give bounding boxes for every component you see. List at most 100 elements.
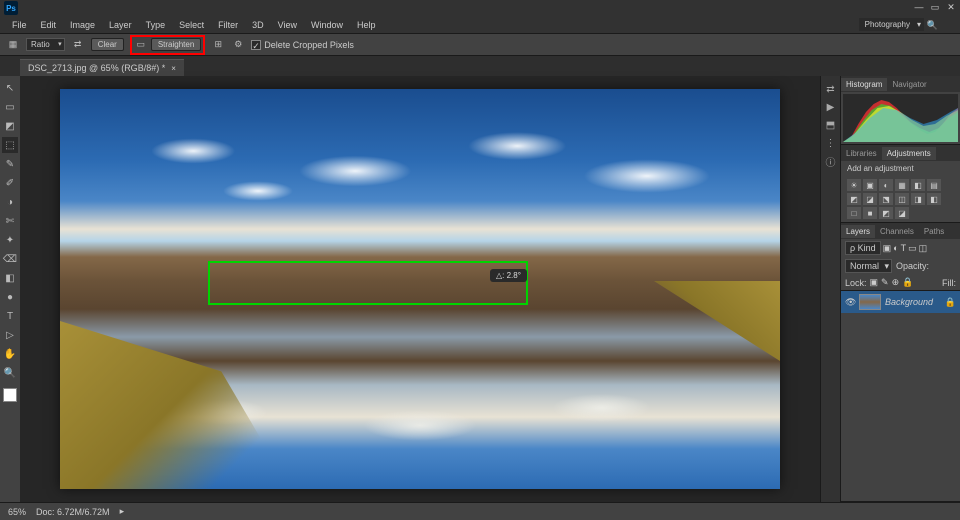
zoom-tool[interactable]: 🔍 (2, 365, 18, 381)
opacity-label: Opacity: (896, 261, 929, 271)
tab-layers[interactable]: Layers (841, 225, 875, 238)
adj-gradmap-icon[interactable]: ◩ (879, 207, 893, 219)
delete-cropped-checkbox[interactable]: ✓ Delete Cropped Pixels (251, 40, 354, 50)
clone-tool[interactable]: ◑ (2, 194, 18, 210)
adj-invert-icon[interactable]: ◧ (927, 193, 941, 205)
lock-pixels-icon[interactable]: ▣ (870, 277, 879, 288)
adj-vibrance-icon[interactable]: ◧ (911, 179, 925, 191)
menu-image[interactable]: Image (66, 18, 99, 32)
adj-colorbal-icon[interactable]: ◩ (847, 193, 861, 205)
eraser-tool[interactable]: ✄ (2, 213, 18, 229)
filter-smart-icon[interactable]: ◫ (919, 243, 928, 254)
tab-paths[interactable]: Paths (919, 225, 949, 238)
filter-pixel-icon[interactable]: ▣ (883, 243, 892, 254)
gradient-tool[interactable]: ✦ (2, 232, 18, 248)
shape-tool[interactable]: ● (2, 289, 18, 305)
tab-navigator[interactable]: Navigator (887, 78, 931, 91)
menu-file[interactable]: File (8, 18, 31, 32)
tab-libraries[interactable]: Libraries (841, 147, 882, 160)
fill-label: Fill: (942, 278, 956, 288)
window-close-icon[interactable]: ✕ (946, 2, 956, 12)
pen-tool[interactable]: ◧ (2, 270, 18, 286)
type-tool[interactable]: T (2, 308, 18, 324)
canvas-area[interactable]: △: 2.8° (20, 76, 820, 502)
status-chevron-icon[interactable]: ▸ (120, 506, 125, 517)
lock-position-icon[interactable]: ✎ (881, 277, 889, 288)
filter-adj-icon[interactable]: ◐ (893, 243, 898, 253)
window-minimize-icon[interactable]: — (914, 2, 924, 12)
tab-histogram[interactable]: Histogram (841, 78, 887, 91)
marquee-tool[interactable]: ▭ (2, 99, 18, 115)
window-restore-icon[interactable]: ▭ (930, 2, 940, 12)
tab-adjustments[interactable]: Adjustments (882, 147, 936, 160)
dock-more-icon[interactable]: ⋮ (824, 136, 838, 150)
document-canvas[interactable]: △: 2.8° (60, 89, 780, 489)
crop-settings-icon[interactable]: ⚙ (231, 38, 245, 52)
workspace-select[interactable]: Photography (859, 18, 924, 31)
lock-artboard-icon[interactable]: ⊕ (892, 277, 900, 288)
menu-3d[interactable]: 3D (248, 18, 268, 32)
menu-view[interactable]: View (274, 18, 301, 32)
menu-layer[interactable]: Layer (105, 18, 136, 32)
foreground-swatch[interactable] (3, 388, 17, 402)
swap-icon[interactable]: ⇄ (71, 38, 85, 52)
brush-tool[interactable]: ✐ (2, 175, 18, 191)
adj-curves-icon[interactable]: ◐ (879, 179, 893, 191)
adj-photo-icon[interactable]: ⬔ (879, 193, 893, 205)
crop-tool[interactable]: ⬚ (2, 137, 18, 153)
path-tool[interactable]: ▷ (2, 327, 18, 343)
tools-panel: ↖ ▭ ◩ ⬚ ✎ ✐ ◑ ✄ ✦ ⌫ ◧ ● T ▷ ✋ 🔍 (0, 76, 20, 502)
filter-type-icon[interactable]: T (901, 243, 907, 253)
dodge-tool[interactable]: ⌫ (2, 251, 18, 267)
menu-type[interactable]: Type (142, 18, 170, 32)
filter-shape-icon[interactable]: ▭ (908, 243, 917, 254)
close-tab-icon[interactable]: × (171, 64, 176, 73)
adj-chanmix-icon[interactable]: ◫ (895, 193, 909, 205)
move-tool[interactable]: ↖ (2, 80, 18, 96)
adj-bw-icon[interactable]: ◪ (863, 193, 877, 205)
layer-filter-kind[interactable]: ρ Kind (845, 241, 881, 255)
menu-help[interactable]: Help (353, 18, 380, 32)
dock-panel-icon[interactable]: ⬒ (824, 118, 838, 132)
zoom-level[interactable]: 65% (8, 507, 26, 517)
hand-tool[interactable]: ✋ (2, 346, 18, 362)
crop-tool-icon[interactable]: ▦ (6, 38, 20, 52)
lock-all-icon[interactable]: 🔒 (902, 277, 913, 288)
adj-exposure-icon[interactable]: ▦ (895, 179, 909, 191)
adj-brightness-icon[interactable]: ☀ (847, 179, 861, 191)
adj-selcolor-icon[interactable]: ◪ (895, 207, 909, 219)
doc-size[interactable]: Doc: 6.72M/6.72M (36, 507, 110, 517)
layer-visibility-icon[interactable]: 👁 (845, 297, 855, 308)
adj-thresh-icon[interactable]: ■ (863, 207, 877, 219)
menu-filter[interactable]: Filter (214, 18, 242, 32)
dock-info-icon[interactable]: ⓘ (824, 154, 838, 168)
document-tab[interactable]: DSC_2713.jpg @ 65% (RGB/8#) * × (20, 59, 184, 76)
clear-button[interactable]: Clear (91, 38, 124, 51)
crop-preset-select[interactable]: Ratio (26, 38, 65, 51)
angle-readout: △: 2.8° (490, 269, 527, 282)
checkbox-icon: ✓ (251, 40, 261, 50)
photo-clouds (96, 121, 744, 221)
dock-play-icon[interactable]: ▶ (824, 100, 838, 114)
straighten-button[interactable]: Straighten (151, 38, 201, 51)
photo-grass-right (600, 281, 780, 361)
menu-window[interactable]: Window (307, 18, 347, 32)
adj-levels-icon[interactable]: ▣ (863, 179, 877, 191)
menu-select[interactable]: Select (175, 18, 208, 32)
search-icon[interactable]: 🔍 (927, 20, 938, 31)
blend-mode-select[interactable]: Normal (845, 259, 892, 273)
tab-channels[interactable]: Channels (875, 225, 919, 238)
layer-thumbnail[interactable] (859, 294, 881, 310)
adj-hue-icon[interactable]: ▤ (927, 179, 941, 191)
straighten-icon[interactable]: ▭ (134, 38, 148, 52)
layer-name[interactable]: Background (885, 297, 933, 307)
layer-background[interactable]: 👁 Background 🔒 (841, 291, 960, 313)
grid-overlay-icon[interactable]: ⊞ (211, 38, 225, 52)
adj-poster-icon[interactable]: □ (847, 207, 861, 219)
adj-lookup-icon[interactable]: ◨ (911, 193, 925, 205)
straighten-guide-box (208, 261, 528, 305)
eyedropper-tool[interactable]: ✎ (2, 156, 18, 172)
lasso-tool[interactable]: ◩ (2, 118, 18, 134)
menu-edit[interactable]: Edit (37, 18, 61, 32)
dock-collapse-icon[interactable]: ⇄ (824, 82, 838, 96)
